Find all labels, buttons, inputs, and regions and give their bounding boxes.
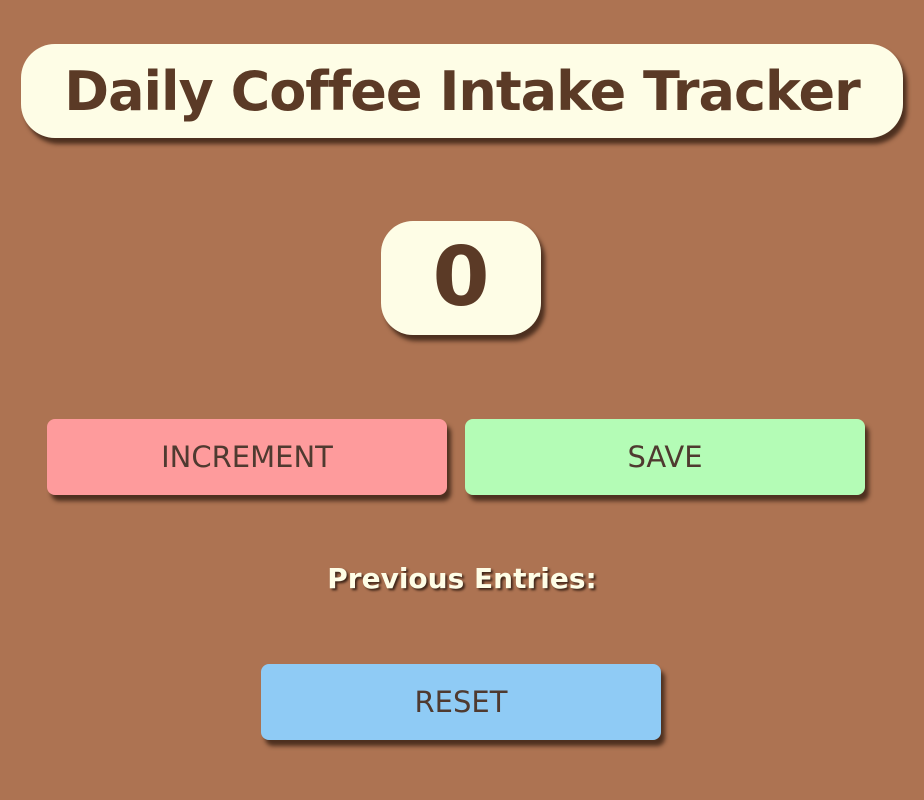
reset-button[interactable]: RESET bbox=[261, 664, 661, 740]
counter-value: 0 bbox=[432, 230, 490, 325]
previous-entries-label: Previous Entries: bbox=[327, 562, 597, 595]
increment-button[interactable]: INCREMENT bbox=[47, 419, 447, 495]
counter-display: 0 bbox=[381, 221, 541, 335]
title-banner: Daily Coffee Intake Tracker bbox=[21, 44, 903, 138]
save-button[interactable]: SAVE bbox=[465, 419, 865, 495]
page-title: Daily Coffee Intake Tracker bbox=[64, 59, 860, 123]
